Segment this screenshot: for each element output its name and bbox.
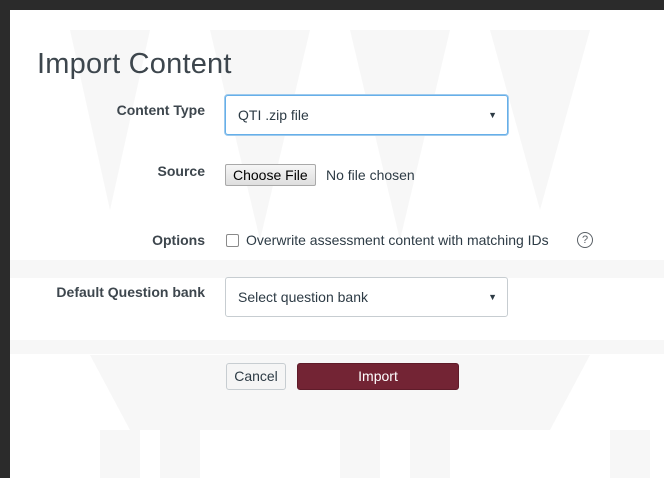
- chevron-down-icon: ▼: [488, 292, 497, 302]
- page-title: Import Content: [37, 48, 232, 80]
- content-type-value: QTI .zip file: [238, 107, 309, 123]
- import-button[interactable]: Import: [297, 363, 459, 390]
- import-content-panel: Import Content Content Type QTI .zip fil…: [10, 10, 664, 478]
- content-type-select[interactable]: QTI .zip file ▼: [225, 95, 508, 135]
- question-bank-value: Select question bank: [238, 289, 368, 305]
- content-type-label: Content Type: [116, 102, 205, 118]
- overwrite-checkbox-label[interactable]: Overwrite assessment content with matchi…: [246, 232, 549, 248]
- chevron-down-icon: ▼: [488, 110, 497, 120]
- choose-file-button[interactable]: Choose File: [225, 164, 316, 186]
- overwrite-checkbox[interactable]: [226, 234, 239, 247]
- source-label: Source: [157, 163, 205, 179]
- options-label: Options: [152, 232, 205, 248]
- question-bank-select[interactable]: Select question bank ▼: [225, 277, 508, 317]
- window-top-bar: [0, 0, 664, 10]
- question-circle-icon[interactable]: ?: [577, 232, 593, 248]
- cancel-button[interactable]: Cancel: [226, 363, 286, 390]
- file-status-text: No file chosen: [326, 167, 415, 183]
- default-question-bank-label: Default Question bank: [56, 284, 205, 300]
